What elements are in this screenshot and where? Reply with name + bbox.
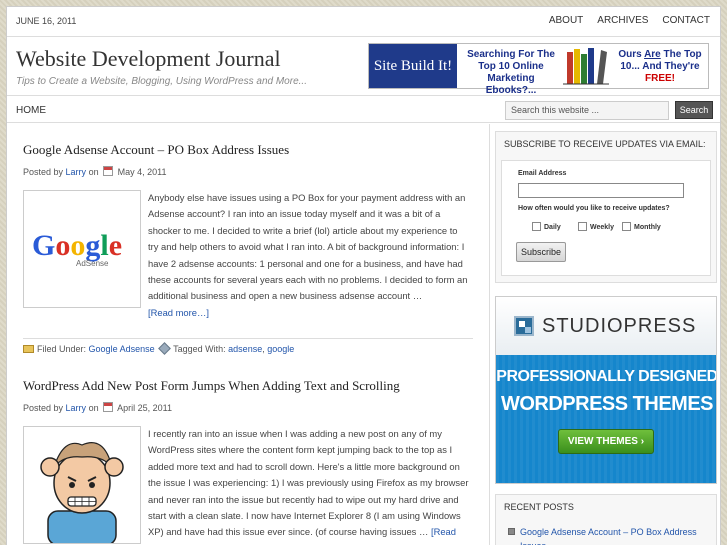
email-label: Email Address <box>518 170 567 177</box>
calendar-icon <box>103 166 114 176</box>
svg-text:Google: Google <box>32 229 122 262</box>
google-adsense-logo: Google AdSense <box>32 229 122 268</box>
email-field[interactable] <box>518 183 684 198</box>
subscribe-form: Email Address How often would you like t… <box>501 160 711 276</box>
subscribe-button[interactable]: Subscribe <box>516 242 566 262</box>
category-link[interactable]: Google Adsense <box>89 344 155 354</box>
studiopress-ad[interactable]: STUDIOPRESS PROFESSIONALLY DESIGNED WORD… <box>495 296 717 484</box>
post-thumbnail[interactable]: Google AdSense <box>23 190 141 308</box>
ad-headline-2: WORDPRESS THEMES <box>500 393 714 415</box>
view-themes-button[interactable]: VIEW THEMES › <box>558 429 654 454</box>
current-date: June 16, 2011 <box>16 16 77 26</box>
post-author-link[interactable]: Larry <box>66 167 87 177</box>
books-icon <box>563 48 609 85</box>
ad-header: STUDIOPRESS <box>496 297 716 355</box>
chevron-right-icon: › <box>640 436 645 447</box>
banner-text-left: Searching For The Top 10 Online Marketin… <box>467 49 555 96</box>
nav-about-link[interactable]: About <box>549 15 583 26</box>
tag-icon <box>158 342 171 355</box>
post-author-link[interactable]: Larry <box>66 403 87 413</box>
post-date: May 4, 2011 <box>117 167 167 177</box>
ad-brand: STUDIOPRESS <box>542 315 697 337</box>
calendar-icon <box>103 402 114 412</box>
bullet-icon <box>508 528 515 535</box>
post-info: Posted by Larry on April 25, 2011 <box>23 402 172 413</box>
tag-link-adsense[interactable]: adsense <box>228 344 262 354</box>
post-date: April 25, 2011 <box>117 403 172 413</box>
top-navigation: June 16, 2011 About Archives Contact <box>7 7 720 37</box>
post-thumbnail[interactable] <box>23 426 141 545</box>
svg-text:AdSense: AdSense <box>76 259 109 268</box>
post-entry: WordPress Add New Post Form Jumps When A… <box>23 378 473 545</box>
post-title[interactable]: WordPress Add New Post Form Jumps When A… <box>23 378 400 394</box>
header-banner-ad[interactable]: Site Build It! Searching For The Top 10 … <box>368 43 709 96</box>
post-entry: Google Adsense Account – PO Box Address … <box>23 142 473 358</box>
ad-headline-1: PROFESSIONALLY DESIGNED <box>496 368 717 385</box>
site-header: Website Development Journal Tips to Crea… <box>7 38 720 96</box>
frustrated-man-icon <box>40 442 124 545</box>
content-area: Google Adsense Account – PO Box Address … <box>7 124 490 545</box>
site-description: Tips to Create a Website, Blogging, Usin… <box>16 76 307 87</box>
frequency-label: How often would you like to receive upda… <box>518 205 670 212</box>
main-menu: Home Search this website ... Search <box>7 97 720 123</box>
search-button[interactable]: Search <box>675 101 713 119</box>
tag-link-google[interactable]: google <box>267 344 294 354</box>
subscribe-widget: Subscribe to receive updates via email: … <box>495 131 717 283</box>
nav-contact-link[interactable]: Contact <box>662 15 710 26</box>
post-title[interactable]: Google Adsense Account – PO Box Address … <box>23 142 289 158</box>
page: June 16, 2011 About Archives Contact Websi… <box>6 6 721 545</box>
studiopress-logo-icon <box>514 316 534 336</box>
widget-title: Subscribe to receive updates via email: <box>504 139 706 149</box>
post-info: Posted by Larry on May 4, 2011 <box>23 166 167 177</box>
weekly-checkbox[interactable]: Weekly <box>578 222 614 231</box>
top-links: About Archives Contact <box>535 15 710 26</box>
recent-posts-widget: Recent Posts Google Adsense Account – PO… <box>495 494 717 545</box>
folder-icon <box>23 345 34 353</box>
menu-home-link[interactable]: Home <box>16 105 46 116</box>
sidebar: Subscribe to receive updates via email: … <box>495 124 717 545</box>
daily-checkbox[interactable]: Daily <box>532 222 561 231</box>
monthly-checkbox[interactable]: Monthly <box>622 222 661 231</box>
banner-brand: Site Build It! <box>369 44 457 88</box>
search-input[interactable]: Search this website ... <box>505 101 669 120</box>
post-excerpt: Anybody else have issues using a PO Box … <box>148 192 468 318</box>
recent-post-link[interactable]: Google Adsense Account – PO Box Address … <box>508 525 708 545</box>
post-excerpt: I recently ran into an issue when I was … <box>148 426 470 545</box>
nav-archives-link[interactable]: Archives <box>597 15 648 26</box>
site-title[interactable]: Website Development Journal <box>16 46 281 72</box>
banner-text-right: Ours Are The Top 10... And They're FREE! <box>618 49 702 84</box>
widget-title: Recent Posts <box>504 502 574 512</box>
post-meta: Filed Under: Google Adsense Tagged With:… <box>23 338 473 358</box>
read-more-link[interactable]: [Read more…] <box>148 307 209 318</box>
ad-body: PROFESSIONALLY DESIGNED WORDPRESS THEMES… <box>496 355 717 483</box>
